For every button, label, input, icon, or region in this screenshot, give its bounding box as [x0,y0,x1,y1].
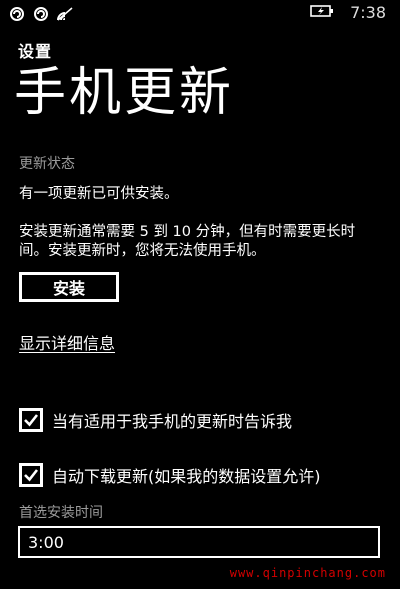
checkbox-checked-icon[interactable] [19,463,43,487]
battery-charging-icon [310,3,334,22]
auto-download-checkbox[interactable]: 自动下载更新(如果我的数据设置允许) [19,463,321,487]
install-time-field[interactable] [18,526,380,558]
sync-icon [32,6,50,26]
update-description-line1: 安装更新通常需要 5 到 10 分钟，但有时需要更长时 [19,224,356,240]
sync-icon [8,6,26,26]
page-title: 手机更新 [14,63,235,123]
wifi-icon [56,6,74,26]
watermark: www.qinpinchang.com [229,566,386,580]
auto-download-label: 自动下载更新(如果我的数据设置允许) [52,467,321,486]
clock: 7:38 [350,3,386,22]
notify-updates-checkbox[interactable]: 当有适用于我手机的更新时告诉我 [19,408,292,432]
install-button[interactable]: 安装 [19,272,119,302]
notify-updates-label: 当有适用于我手机的更新时告诉我 [52,412,293,431]
status-icons-right: 7:38 [310,3,386,22]
update-description-line2: 间。安装更新时，您将无法使用手机。 [19,243,266,259]
show-details-link[interactable]: 显示详细信息 [19,330,115,354]
update-status-label: 更新状态 [19,156,75,172]
update-status-message: 有一项更新已可供安装。 [19,186,179,202]
status-bar: 7:38 [0,0,400,30]
checkbox-checked-icon[interactable] [19,408,43,432]
preferred-install-time-label: 首选安装时间 [19,505,103,521]
status-icons-left [8,6,74,26]
